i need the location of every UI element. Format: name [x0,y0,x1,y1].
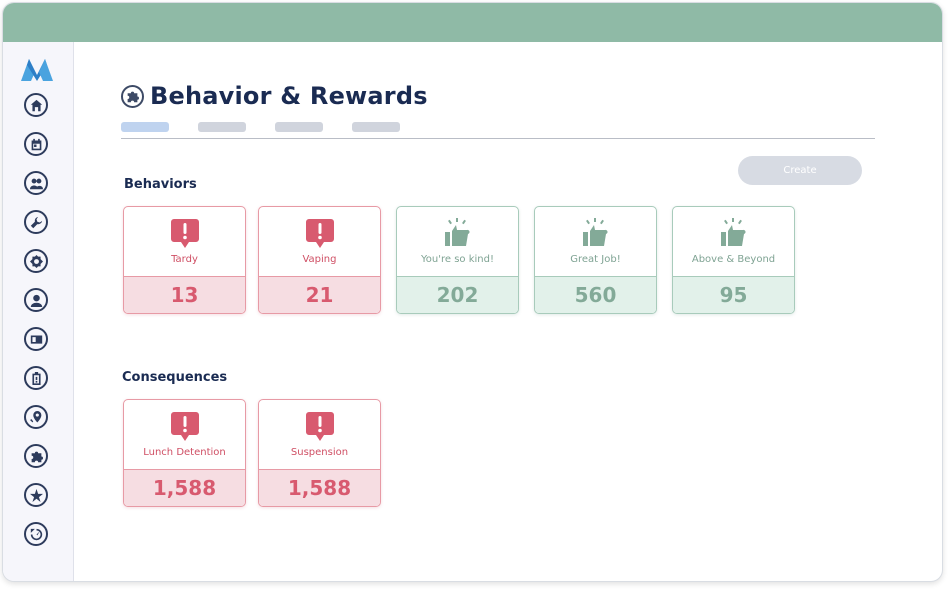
card-count: 202 [397,276,518,313]
thumbs-up-icon [444,218,470,246]
logo-icon [21,59,53,81]
thumbs-up-icon [720,218,746,246]
card-label: Vaping [302,254,337,265]
sidebar-item-tools[interactable] [24,210,48,234]
card-label: You're so kind! [421,254,494,265]
speed-icon [30,528,42,540]
create-button[interactable]: Create [738,156,862,185]
card-count: 95 [673,276,794,313]
top-bar [3,3,942,42]
alert-icon [170,412,199,441]
sidebar-item-calendar[interactable] [24,132,48,156]
page-title: Behavior & Rewards [150,82,428,110]
sidebar-item-behavior[interactable] [24,444,48,468]
card-label: Great Job! [570,254,621,265]
main-content: Behavior & Rewards Behaviors Create Tard… [75,42,942,581]
sidebar-item-reports[interactable] [24,522,48,546]
sidebar-item-users[interactable] [24,171,48,195]
card-count: 13 [124,276,245,313]
behavior-card-great-job[interactable]: Great Job! 560 [534,206,657,314]
card-label: Above & Beyond [691,254,776,265]
page-header: Behavior & Rewards [121,82,428,110]
behavior-card-so-kind[interactable]: You're so kind! 202 [396,206,519,314]
sidebar-item-settings[interactable] [24,249,48,273]
home-icon [30,99,42,111]
tab-bar [121,122,400,132]
id-card-icon [30,334,42,344]
users-icon [29,178,43,189]
tab-2[interactable] [198,122,246,132]
header-divider [121,138,875,139]
card-count: 21 [259,276,380,313]
wrench-icon [30,216,42,228]
tab-1[interactable] [121,122,169,132]
consequences-section-title: Consequences [122,370,228,385]
sidebar-item-clipboard[interactable] [24,366,48,390]
card-label: Lunch Detention [143,447,226,458]
sidebar-item-rewards[interactable] [24,483,48,507]
puzzle-icon [31,451,43,462]
user-icon [30,294,42,307]
behavior-card-above-beyond[interactable]: Above & Beyond 95 [672,206,795,314]
calendar-icon [31,138,41,150]
behaviors-section-title: Behaviors [124,177,197,192]
sidebar-item-home[interactable] [24,93,48,117]
star-icon [29,488,43,502]
tab-4[interactable] [352,122,400,132]
alert-icon [305,219,334,248]
alert-icon [305,412,334,441]
behavior-card-tardy[interactable]: Tardy 13 [123,206,246,314]
consequence-card-lunch-detention[interactable]: Lunch Detention 1,588 [123,399,246,507]
settings-icon [29,254,43,268]
behavior-card-vaping[interactable]: Vaping 21 [258,206,381,314]
card-count: 1,588 [124,469,245,506]
sidebar-item-profile[interactable] [24,288,48,312]
puzzle-icon [121,84,144,108]
clipboard-icon [31,371,41,385]
card-label: Suspension [290,447,349,458]
alert-icon [170,219,199,248]
location-check-icon [29,410,41,422]
sidebar-item-id-card[interactable] [24,327,48,351]
card-count: 560 [535,276,656,313]
app-window: Behavior & Rewards Behaviors Create Tard… [2,2,943,582]
card-label: Tardy [171,254,198,265]
thumbs-up-icon [582,218,608,246]
consequence-card-suspension[interactable]: Suspension 1,588 [258,399,381,507]
card-count: 1,588 [259,469,380,506]
sidebar [3,42,74,581]
sidebar-item-location[interactable] [24,405,48,429]
tab-3[interactable] [275,122,323,132]
